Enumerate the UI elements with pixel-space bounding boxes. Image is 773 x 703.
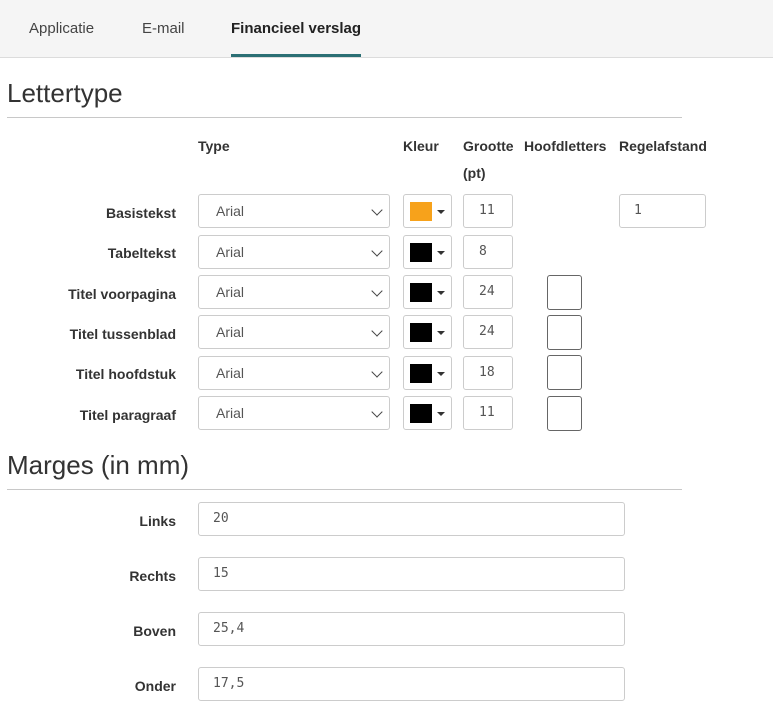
chevron-down-icon (371, 366, 383, 378)
row-label-tabeltekst: Tabeltekst (107, 245, 176, 261)
caret-down-icon (437, 210, 445, 214)
chevron-down-icon (371, 285, 383, 297)
font-select-basistekst[interactable]: Arial (198, 194, 390, 228)
margin-input-links[interactable]: 20 (198, 502, 625, 536)
margin-label-onder: Onder (134, 678, 176, 694)
size-input-titel-hoofdstuk[interactable]: 18 (463, 356, 513, 390)
color-swatch (410, 243, 432, 262)
caps-checkbox-titel-paragraaf[interactable] (547, 396, 582, 431)
tab-financieel-verslag[interactable]: Financieel verslag (231, 0, 362, 57)
size-input-basistekst[interactable]: 11 (463, 194, 513, 228)
section-title-lettertype: Lettertype (7, 78, 123, 108)
caps-checkbox-titel-voorpagina[interactable] (547, 275, 582, 310)
caret-down-icon (437, 412, 445, 416)
color-picker-basistekst[interactable] (403, 194, 452, 228)
section-title-marges: Marges (in mm) (7, 450, 190, 480)
column-header-spacing: Regelafstand (619, 138, 707, 154)
column-header-type: Type (198, 138, 230, 154)
chevron-down-icon (371, 406, 383, 418)
color-picker-titel-hoofdstuk[interactable] (403, 356, 452, 390)
column-header-color: Kleur (403, 138, 439, 154)
margin-input-rechts[interactable]: 15 (198, 557, 625, 591)
size-input-titel-tussenblad[interactable]: 24 (463, 315, 513, 349)
row-label-titel-voorpagina: Titel voorpagina (68, 286, 176, 302)
size-input-titel-paragraaf[interactable]: 11 (463, 396, 513, 430)
select-value: Arial (216, 365, 245, 381)
color-swatch (410, 283, 432, 302)
font-select-tabeltekst[interactable]: Arial (198, 235, 390, 269)
caps-checkbox-titel-tussenblad[interactable] (547, 315, 582, 350)
color-swatch (410, 202, 432, 221)
select-value: Arial (216, 405, 245, 421)
font-select-titel-voorpagina[interactable]: Arial (198, 275, 390, 309)
select-value: Arial (216, 284, 245, 300)
margin-label-boven: Boven (133, 623, 176, 639)
caret-down-icon (437, 251, 445, 255)
section-divider (7, 489, 682, 490)
caps-checkbox-titel-hoofdstuk[interactable] (547, 355, 582, 390)
color-swatch (410, 323, 432, 342)
color-picker-titel-paragraaf[interactable] (403, 396, 452, 430)
tab-bar: Applicatie E-mail Financieel verslag (0, 0, 773, 58)
font-select-titel-hoofdstuk[interactable]: Arial (198, 356, 390, 390)
font-select-titel-paragraaf[interactable]: Arial (198, 396, 390, 430)
size-input-titel-voorpagina[interactable]: 24 (463, 275, 513, 309)
margin-label-rechts: Rechts (129, 568, 176, 584)
column-header-size: Grootte (pt) (463, 138, 514, 181)
chevron-down-icon (371, 245, 383, 257)
font-select-titel-tussenblad[interactable]: Arial (198, 315, 390, 349)
caret-down-icon (437, 372, 445, 376)
select-value: Arial (216, 203, 245, 219)
color-picker-titel-tussenblad[interactable] (403, 315, 452, 349)
color-picker-titel-voorpagina[interactable] (403, 275, 452, 309)
column-header-caps: Hoofdletters (524, 138, 607, 154)
row-label-basistekst: Basistekst (105, 205, 176, 221)
chevron-down-icon (371, 204, 383, 216)
margin-input-onder[interactable]: 17,5 (198, 667, 625, 701)
row-label-titel-hoofdstuk: Titel hoofdstuk (75, 366, 176, 382)
margin-input-boven[interactable]: 25,4 (198, 612, 625, 646)
color-picker-tabeltekst[interactable] (403, 235, 452, 269)
caret-down-icon (437, 291, 445, 295)
line-spacing-input[interactable]: 1 (619, 194, 706, 228)
color-swatch (410, 404, 432, 423)
tab-email[interactable]: E-mail (142, 0, 185, 57)
row-label-titel-paragraaf: Titel paragraaf (79, 407, 176, 423)
select-value: Arial (216, 324, 245, 340)
caret-down-icon (437, 331, 445, 335)
row-label-titel-tussenblad: Titel tussenblad (69, 326, 176, 342)
margin-label-links: Links (139, 513, 176, 529)
color-swatch (410, 364, 432, 383)
section-divider (7, 117, 682, 118)
size-input-tabeltekst[interactable]: 8 (463, 235, 513, 269)
tab-applicatie[interactable]: Applicatie (29, 0, 94, 57)
select-value: Arial (216, 244, 245, 260)
chevron-down-icon (371, 325, 383, 337)
